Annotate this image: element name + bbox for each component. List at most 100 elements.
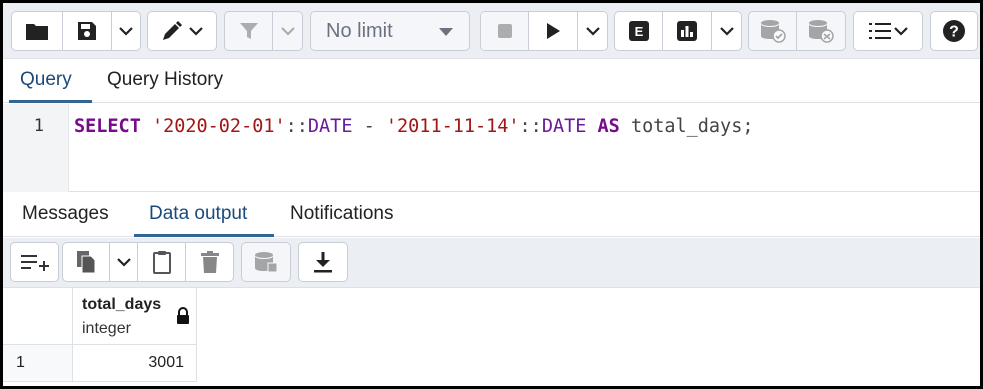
- help-button-group: ?: [930, 11, 978, 51]
- paste-button[interactable]: [138, 243, 186, 281]
- execute-button-group: [480, 11, 608, 51]
- filter-options-dropdown[interactable]: [273, 12, 302, 50]
- copy-button[interactable]: [63, 243, 110, 281]
- svg-text:?: ?: [949, 24, 959, 41]
- rollback-icon: [809, 20, 834, 43]
- table-cell[interactable]: 3001: [73, 345, 197, 382]
- grid-corner-header[interactable]: [3, 288, 73, 345]
- clipboard-button-group: [62, 242, 234, 282]
- svg-text:E: E: [634, 24, 643, 39]
- chevron-down-icon: [893, 27, 908, 36]
- sql-code-line[interactable]: SELECT '2020-02-01'::DATE - '2011-11-14'…: [74, 116, 753, 137]
- macros-icon: [868, 23, 891, 39]
- active-tab-indicator: [9, 100, 92, 103]
- edit-button-group: [147, 11, 217, 51]
- query-tabs: Query Query History: [3, 59, 980, 103]
- tab-label: Query History: [107, 69, 224, 90]
- explain-analyze-button[interactable]: [663, 12, 712, 50]
- download-button[interactable]: [299, 243, 347, 281]
- save-data-button-group: [241, 242, 291, 282]
- edit-pencil-icon: [163, 21, 182, 40]
- sql-token-op: [141, 116, 152, 137]
- help-icon: ?: [943, 20, 965, 42]
- save-file-button[interactable]: [63, 12, 112, 50]
- commit-button[interactable]: [749, 12, 797, 50]
- explain-button[interactable]: E: [615, 12, 663, 50]
- save-data-icon: [255, 252, 278, 273]
- sql-token-op: -: [352, 116, 386, 137]
- filter-icon: [239, 23, 258, 39]
- sql-token-ty: DATE: [541, 116, 587, 137]
- tab-query[interactable]: Query: [12, 59, 80, 103]
- help-button[interactable]: ?: [931, 12, 977, 50]
- active-tab-indicator: [134, 234, 274, 237]
- tab-label: Data output: [149, 203, 248, 224]
- sql-token-str: '2020-02-01': [151, 116, 286, 137]
- macros-menu-button[interactable]: [854, 12, 922, 50]
- macros-button-group: [853, 11, 923, 51]
- rollback-button[interactable]: [797, 12, 845, 50]
- execute-options-dropdown[interactable]: [578, 12, 607, 50]
- sql-token-op: ::: [285, 116, 308, 137]
- sql-editor[interactable]: 1 SELECT '2020-02-01'::DATE - '2011-11-1…: [3, 104, 980, 192]
- play-icon: [547, 23, 560, 39]
- chevron-down-icon: [719, 27, 734, 36]
- commit-icon: [760, 20, 786, 43]
- paste-icon: [152, 251, 171, 274]
- line-number: 1: [33, 116, 44, 136]
- tab-label: Query: [20, 69, 72, 90]
- data-output-toolbar: [3, 238, 980, 288]
- file-button-group: [11, 11, 141, 51]
- lock-icon: [177, 307, 189, 324]
- cell-value: 3001: [148, 354, 184, 371]
- open-folder-icon: [26, 24, 48, 40]
- output-tabs: Messages Data output Notifications: [3, 193, 980, 237]
- filter-button-group: [224, 11, 303, 51]
- add-row-button[interactable]: [11, 243, 58, 281]
- tab-query-history[interactable]: Query History: [99, 59, 231, 103]
- tab-label: Notifications: [290, 203, 394, 224]
- tab-messages[interactable]: Messages: [14, 193, 117, 237]
- sql-token-ty: DATE: [307, 116, 353, 137]
- save-options-dropdown[interactable]: [112, 12, 140, 50]
- chevron-down-icon: [280, 27, 295, 36]
- download-button-group: [298, 242, 348, 282]
- download-icon: [314, 252, 332, 273]
- chevron-down-icon: [189, 27, 203, 36]
- sql-token-kw: AS: [597, 116, 620, 137]
- save-icon: [78, 22, 96, 40]
- tab-data-output[interactable]: Data output: [141, 193, 255, 237]
- explain-analyze-icon: [677, 21, 697, 41]
- query-toolbar: No limit E ?: [3, 3, 980, 59]
- column-type: integer: [82, 320, 131, 337]
- stop-button[interactable]: [481, 12, 529, 50]
- tab-notifications[interactable]: Notifications: [282, 193, 402, 237]
- sql-token-op: total_days;: [619, 116, 754, 137]
- sql-token-kw: SELECT: [74, 116, 141, 137]
- edit-menu-button[interactable]: [148, 12, 216, 50]
- copy-options-dropdown[interactable]: [110, 243, 138, 281]
- add-row-icon: [20, 255, 49, 271]
- tab-label: Messages: [22, 203, 109, 224]
- data-output-grid: total_days integer 1 3001: [3, 288, 980, 386]
- chevron-down-icon: [585, 27, 600, 36]
- open-file-button[interactable]: [12, 12, 63, 50]
- row-number: 1: [16, 354, 25, 371]
- transaction-button-group: [748, 11, 846, 51]
- row-limit-select[interactable]: No limit: [310, 11, 470, 51]
- explain-icon: E: [628, 21, 649, 41]
- add-row-button-group: [10, 242, 59, 282]
- delete-button[interactable]: [186, 243, 233, 281]
- filter-button[interactable]: [225, 12, 273, 50]
- column-header-total-days[interactable]: total_days integer: [73, 288, 197, 345]
- row-number-cell[interactable]: 1: [3, 345, 73, 382]
- save-data-button[interactable]: [242, 243, 290, 281]
- sql-token-op: [586, 116, 597, 137]
- sql-token-str: '2011-11-14': [385, 116, 520, 137]
- row-limit-value: No limit: [326, 19, 393, 42]
- explain-options-dropdown[interactable]: [712, 12, 741, 50]
- execute-button[interactable]: [529, 12, 578, 50]
- query-tool-window: No limit E ? Query Query History 1 SELEC…: [0, 0, 983, 389]
- delete-icon: [200, 251, 219, 273]
- explain-button-group: E: [614, 11, 742, 51]
